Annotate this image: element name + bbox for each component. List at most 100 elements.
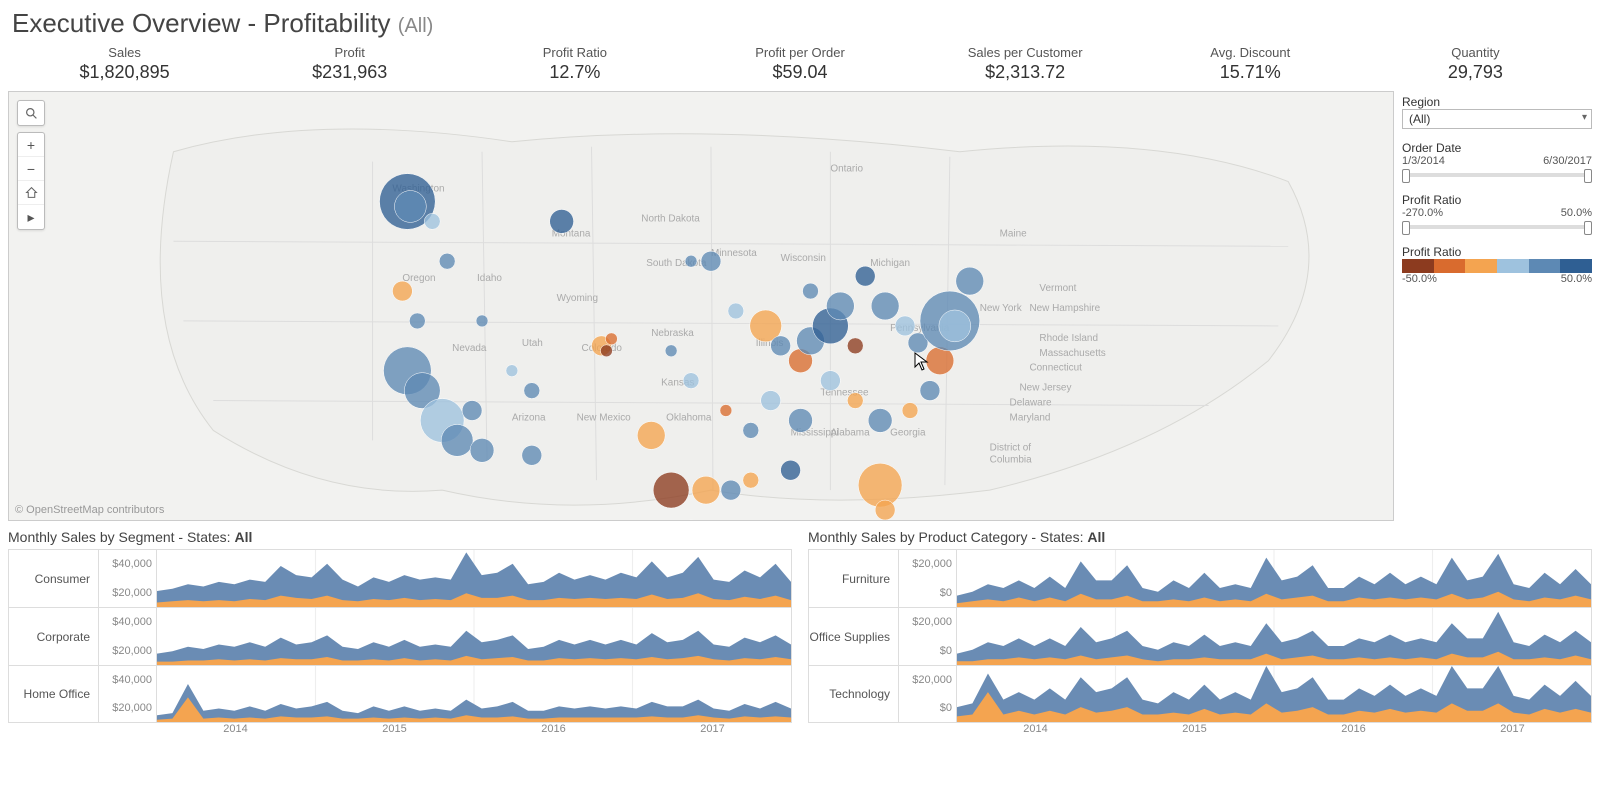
row-label: Technology <box>809 666 899 722</box>
map-search-button[interactable] <box>18 101 44 125</box>
segment-sales-panel: Monthly Sales by Segment - States: All C… <box>8 529 792 735</box>
kpi-quantity[interactable]: Quantity 29,793 <box>1363 45 1588 83</box>
row-label: Corporate <box>9 608 99 665</box>
chart-row-corporate[interactable]: Corporate $40,000$20,000 <box>8 607 792 665</box>
row-chart[interactable] <box>157 550 791 607</box>
chart-row-office-supplies[interactable]: Office Supplies $20,000$0 <box>808 607 1592 665</box>
map-zoom-in-button[interactable]: + <box>18 133 44 157</box>
year-tick: 2014 <box>956 723 1115 735</box>
profit-ratio-handle-max[interactable] <box>1584 221 1592 235</box>
kpi-value: $59.04 <box>687 62 912 83</box>
row-label: Home Office <box>9 666 99 722</box>
svg-text:New Hampshire: New Hampshire <box>1029 303 1100 314</box>
row-label: Furniture <box>809 550 899 607</box>
kpi-value: $2,313.72 <box>913 62 1138 83</box>
svg-text:Massachusetts: Massachusetts <box>1039 348 1105 359</box>
svg-text:Connecticut: Connecticut <box>1029 363 1082 374</box>
profit-ratio-slider[interactable] <box>1402 221 1592 233</box>
order-date-slider[interactable] <box>1402 169 1592 181</box>
page-title: Executive Overview - Profitability (All) <box>12 8 1588 39</box>
kpi-sales[interactable]: Sales $1,820,895 <box>12 45 237 83</box>
year-tick: 2016 <box>474 723 633 735</box>
row-chart[interactable] <box>957 608 1591 665</box>
svg-text:Maine: Maine <box>1000 228 1028 239</box>
map-canvas[interactable]: WashingtonOregon IdahoMontana North Dako… <box>9 92 1393 520</box>
legend-min: -50.0% <box>1402 273 1437 285</box>
row-y-axis: $20,000$0 <box>899 550 957 607</box>
profit-ratio-max: 50.0% <box>1561 207 1592 219</box>
kpi-value: $1,820,895 <box>12 62 237 83</box>
svg-text:Wisconsin: Wisconsin <box>781 253 826 264</box>
row-chart[interactable] <box>957 550 1591 607</box>
svg-text:Maryland: Maryland <box>1010 412 1051 423</box>
map-home-button[interactable] <box>18 181 44 205</box>
kpi-profit-per-order[interactable]: Profit per Order $59.04 <box>687 45 912 83</box>
kpi-sales-per-customer[interactable]: Sales per Customer$2,313.72 <box>913 45 1138 83</box>
order-date-handle-max[interactable] <box>1584 169 1592 183</box>
chart-row-technology[interactable]: Technology $20,000$0 <box>808 665 1592 723</box>
chart-row-home-office[interactable]: Home Office $40,000$20,000 <box>8 665 792 723</box>
segment-panel-title: Monthly Sales by Segment - States: All <box>8 529 792 545</box>
kpi-avg-discount[interactable]: Avg. Discount15.71% <box>1138 45 1363 83</box>
svg-text:Ontario: Ontario <box>830 164 863 175</box>
row-label: Consumer <box>9 550 99 607</box>
category-panel-title: Monthly Sales by Product Category - Stat… <box>808 529 1592 545</box>
kpi-profit-ratio[interactable]: Profit Ratio12.7% <box>462 45 687 83</box>
svg-text:Michigan: Michigan <box>870 258 910 269</box>
svg-text:New Jersey: New Jersey <box>1020 383 1072 394</box>
filter-panel: Region (All) Order Date 1/3/20146/30/201… <box>1402 91 1592 521</box>
year-tick: 2017 <box>1433 723 1592 735</box>
home-icon <box>25 186 38 199</box>
chart-row-furniture[interactable]: Furniture $20,000$0 <box>808 549 1592 607</box>
row-chart[interactable] <box>157 608 791 665</box>
minus-icon: − <box>27 161 35 177</box>
svg-text:Vermont: Vermont <box>1039 283 1076 294</box>
kpi-label: Quantity <box>1363 45 1588 60</box>
svg-text:Utah: Utah <box>522 338 543 349</box>
chart-row-consumer[interactable]: Consumer $40,000$20,000 <box>8 549 792 607</box>
svg-text:Alabama: Alabama <box>830 427 870 438</box>
svg-text:District of: District of <box>990 442 1032 453</box>
row-label: Office Supplies <box>809 608 899 665</box>
row-chart[interactable] <box>957 666 1591 722</box>
year-tick: 2015 <box>315 723 474 735</box>
kpi-value: 12.7% <box>462 62 687 83</box>
svg-text:Nevada: Nevada <box>452 343 487 354</box>
kpi-profit[interactable]: Profit$231,963 <box>237 45 462 83</box>
row-y-axis: $40,000$20,000 <box>99 666 157 722</box>
segment-year-axis: 2014201520162017 <box>156 723 792 735</box>
year-tick: 2015 <box>1115 723 1274 735</box>
kpi-value: 29,793 <box>1363 62 1588 83</box>
order-date-handle-min[interactable] <box>1402 169 1410 183</box>
kpi-label: Profit per Order <box>687 45 912 60</box>
svg-text:Nebraska: Nebraska <box>651 328 694 339</box>
profit-ratio-handle-min[interactable] <box>1402 221 1410 235</box>
row-y-axis: $20,000$0 <box>899 666 957 722</box>
page-title-suffix: (All) <box>398 15 434 37</box>
row-y-axis: $20,000$0 <box>899 608 957 665</box>
svg-text:Delaware: Delaware <box>1010 398 1052 409</box>
color-legend-label: Profit Ratio <box>1402 245 1592 259</box>
order-date-min: 1/3/2014 <box>1402 155 1445 167</box>
kpi-value: $231,963 <box>237 62 462 83</box>
svg-text:New York: New York <box>980 303 1022 314</box>
svg-text:North Dakota: North Dakota <box>641 213 700 224</box>
map-tools-button[interactable]: ▸ <box>18 205 44 229</box>
year-tick: 2016 <box>1274 723 1433 735</box>
map-zoom-out-button[interactable]: − <box>18 157 44 181</box>
profit-ratio-filter-label: Profit Ratio <box>1402 193 1592 207</box>
svg-text:Arizona: Arizona <box>512 412 546 423</box>
legend-max: 50.0% <box>1561 273 1592 285</box>
row-y-axis: $40,000$20,000 <box>99 550 157 607</box>
region-dropdown[interactable]: (All) <box>1402 109 1592 129</box>
kpi-label: Sales <box>12 45 237 60</box>
plus-icon: + <box>27 137 35 153</box>
region-filter-label: Region <box>1402 95 1592 109</box>
row-chart[interactable] <box>157 666 791 722</box>
svg-text:New Mexico: New Mexico <box>577 412 632 423</box>
profitability-map[interactable]: WashingtonOregon IdahoMontana North Dako… <box>8 91 1394 521</box>
kpi-row: Sales $1,820,895Profit$231,963Profit Rati… <box>12 39 1588 91</box>
search-icon <box>25 107 38 120</box>
year-tick: 2017 <box>633 723 792 735</box>
order-date-filter-label: Order Date <box>1402 141 1592 155</box>
